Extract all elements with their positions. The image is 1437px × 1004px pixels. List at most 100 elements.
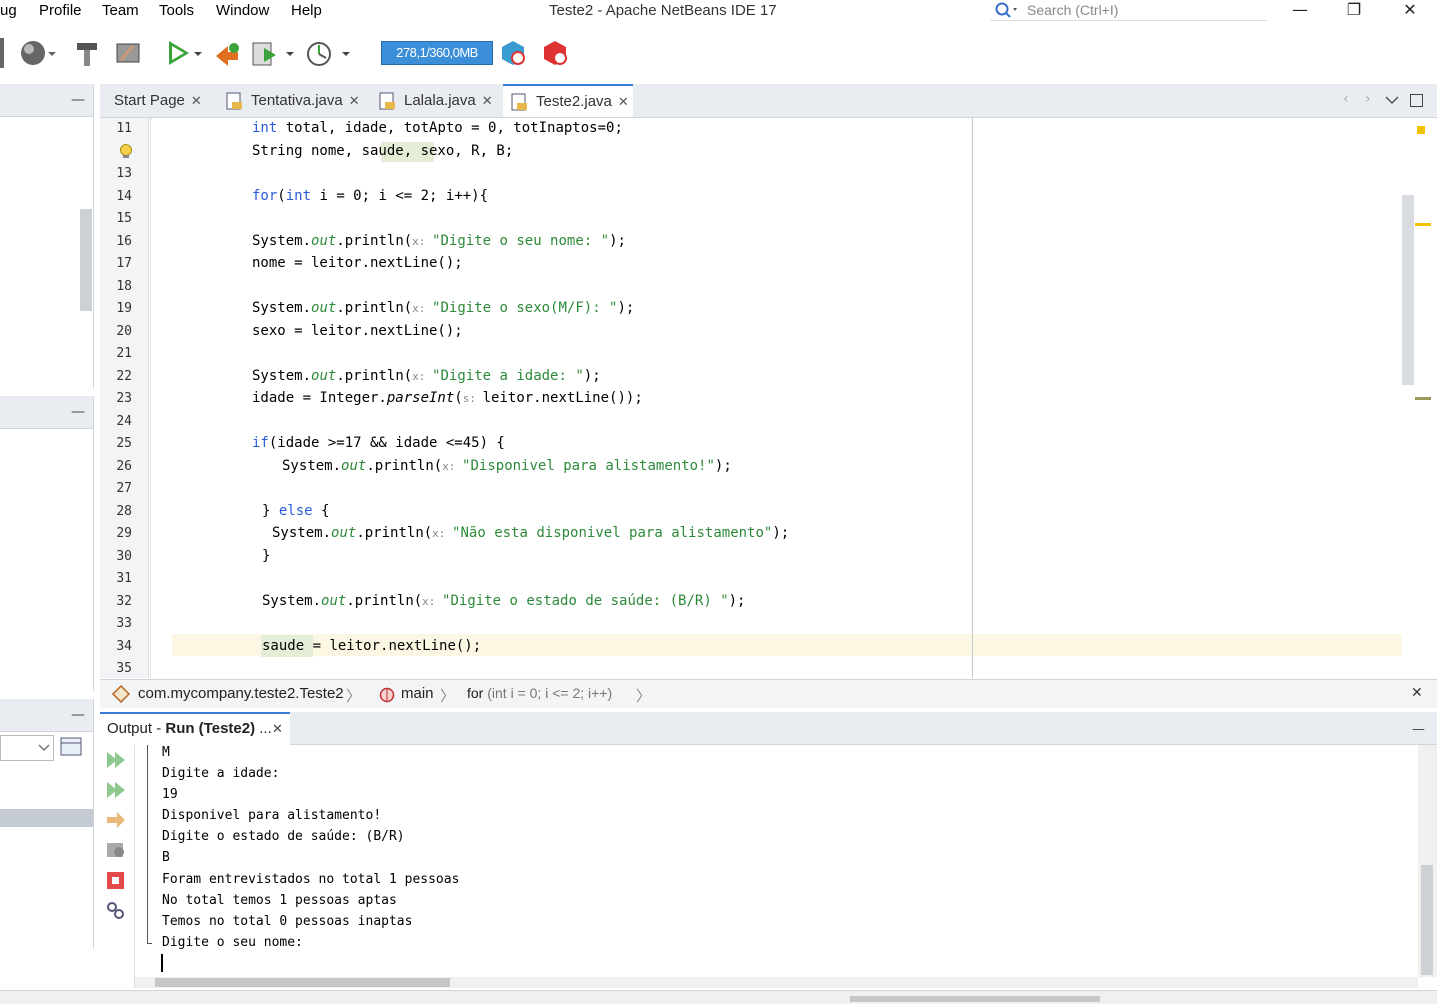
menu-help[interactable]: Help xyxy=(291,2,322,19)
tab-tentativa[interactable]: Tentativa.java ✕ xyxy=(218,84,368,117)
settings-icon[interactable] xyxy=(105,900,127,920)
output-line: B xyxy=(162,850,170,865)
minimize-panel-icon[interactable]: — xyxy=(1412,722,1425,737)
globe-icon[interactable] xyxy=(18,38,48,68)
profile-icon[interactable] xyxy=(250,38,280,68)
editor-scrollbar-thumb[interactable] xyxy=(1402,195,1414,385)
timer-icon[interactable] xyxy=(304,38,334,68)
clean-build-icon[interactable] xyxy=(113,38,143,68)
code-editor[interactable]: int total, idade, totApto = 0, totInapto… xyxy=(149,118,1402,678)
tab-start-page[interactable]: Start Page ✕ xyxy=(100,84,218,117)
code-line: System.out.println(x: "Digite a idade: "… xyxy=(252,368,601,384)
menu-profile[interactable]: Profile xyxy=(39,2,82,19)
maximize-icon[interactable] xyxy=(1410,94,1423,107)
gc-stop-icon[interactable] xyxy=(540,38,570,68)
java-file-icon xyxy=(511,93,527,111)
minimize-button[interactable]: — xyxy=(1280,0,1320,20)
output-horizontal-scrollbar[interactable] xyxy=(135,977,1418,988)
line-number: 35 xyxy=(116,661,132,676)
code-line: if(idade >=17 && idade <=45) { xyxy=(252,435,505,451)
minimize-panel-icon[interactable]: — xyxy=(71,92,85,108)
output-line: Digite o seu nome: xyxy=(162,935,303,950)
arrow-right-icon[interactable] xyxy=(105,810,127,830)
code-line: System.out.println(x: "Não esta disponiv… xyxy=(272,525,790,541)
tab-label: Start Page xyxy=(114,92,185,109)
rerun-icon[interactable] xyxy=(105,750,127,770)
menu-window[interactable]: Window xyxy=(216,2,269,19)
close-icon[interactable]: ✕ xyxy=(272,722,283,737)
stop-icon[interactable] xyxy=(105,870,127,890)
memory-label: 278,1/360,0MB xyxy=(396,45,478,60)
menu-tools[interactable]: Tools xyxy=(159,2,194,19)
menu-team[interactable]: Team xyxy=(102,2,139,19)
chevron-down-icon[interactable] xyxy=(284,38,296,68)
scroll-tabs-left-icon[interactable]: ‹ xyxy=(1343,91,1349,107)
warning-marker[interactable] xyxy=(1415,223,1431,226)
status-bar xyxy=(0,990,1437,1004)
output-line: Foram entrevistados no total 1 pessoas xyxy=(162,872,460,887)
left-panel-bottom: — xyxy=(0,699,94,949)
breadcrumb-loop[interactable]: for (int i = 0; i <= 2; i++) xyxy=(467,685,612,701)
java-file-icon xyxy=(379,92,395,110)
minimize-panel-icon[interactable]: — xyxy=(71,707,85,723)
class-icon xyxy=(111,684,131,704)
output-console[interactable]: M Digite a idade: 19 Disponivel para ali… xyxy=(135,745,1418,977)
restore-button[interactable]: ❐ xyxy=(1334,0,1374,20)
line-number: 13 xyxy=(116,166,132,181)
code-line: nome = leitor.nextLine(); xyxy=(252,255,463,271)
window-title: Teste2 - Apache NetBeans IDE 17 xyxy=(549,2,777,19)
line-number: 22 xyxy=(116,369,132,384)
tab-lalala[interactable]: Lalala.java ✕ xyxy=(371,84,501,117)
search-icon xyxy=(995,2,1017,18)
editor-tab-bar: Start Page ✕ Tentativa.java ✕ Lalala.java ✕… xyxy=(100,84,1437,118)
gc-icon[interactable] xyxy=(498,38,528,68)
chevron-down-icon[interactable] xyxy=(340,38,352,68)
rerun-with-params-icon[interactable] xyxy=(105,780,127,800)
run-icon[interactable] xyxy=(163,38,193,68)
code-line-overlay: String nome, saude, sexo, R, B; xyxy=(252,143,514,159)
line-number: 23 xyxy=(116,391,132,406)
selected-row[interactable] xyxy=(0,809,93,827)
output-scroll-thumb[interactable] xyxy=(1421,865,1433,975)
line-number: 20 xyxy=(116,324,132,339)
scroll-tabs-right-icon[interactable]: › xyxy=(1365,91,1371,107)
debug-icon[interactable] xyxy=(105,840,127,860)
chevron-down-icon[interactable] xyxy=(1385,95,1399,105)
line-number: 25 xyxy=(116,436,132,451)
filter-icon[interactable] xyxy=(60,737,82,757)
warning-bulb-icon[interactable] xyxy=(119,143,135,159)
navigator-select[interactable] xyxy=(0,735,54,761)
code-line: System.out.println(x: "Digite o estado d… xyxy=(262,593,746,609)
close-icon[interactable]: ✕ xyxy=(482,93,493,108)
chevron-right-icon: 〉 xyxy=(636,688,652,705)
tab-output-run[interactable]: Output - Run (Teste2) ... ✕ xyxy=(100,712,290,746)
menu-bar: ug Profile Team Tools Window Help Teste2… xyxy=(0,0,1437,24)
warning-marker[interactable] xyxy=(1417,126,1425,134)
line-number: 32 xyxy=(116,594,132,609)
close-icon[interactable]: ✕ xyxy=(349,93,360,108)
chevron-down-icon[interactable] xyxy=(192,38,204,68)
breadcrumb-method[interactable]: main xyxy=(401,685,434,702)
change-marker[interactable] xyxy=(1415,397,1431,400)
error-stripe[interactable] xyxy=(1402,118,1437,678)
close-icon[interactable]: ✕ xyxy=(1411,685,1423,701)
output-hscroll-thumb[interactable] xyxy=(155,978,450,987)
debug-icon[interactable] xyxy=(212,38,242,68)
tab-teste2[interactable]: Teste2.java ✕ xyxy=(503,84,633,117)
close-icon[interactable]: ✕ xyxy=(191,93,202,108)
close-button[interactable]: ✕ xyxy=(1390,0,1430,20)
line-number: 33 xyxy=(116,616,132,631)
hammer-icon[interactable] xyxy=(72,38,102,68)
search-input[interactable]: Search (Ctrl+I) xyxy=(990,0,1267,21)
minimize-panel-icon[interactable]: — xyxy=(71,404,85,420)
menu-debug[interactable]: ug xyxy=(0,2,17,19)
method-icon xyxy=(379,687,395,703)
breadcrumb-class[interactable]: com.mycompany.teste2.Teste2 xyxy=(138,685,344,702)
code-line: for(int i = 0; i <= 2; i++){ xyxy=(252,188,489,204)
output-vertical-scrollbar[interactable] xyxy=(1418,745,1437,977)
memory-bar[interactable]: 278,1/360,0MB xyxy=(381,41,493,65)
left-scrollbar[interactable] xyxy=(80,209,92,311)
toolbar: 278,1/360,0MB xyxy=(0,24,1437,84)
close-icon[interactable]: ✕ xyxy=(618,94,629,109)
chevron-down-icon[interactable] xyxy=(46,38,58,68)
